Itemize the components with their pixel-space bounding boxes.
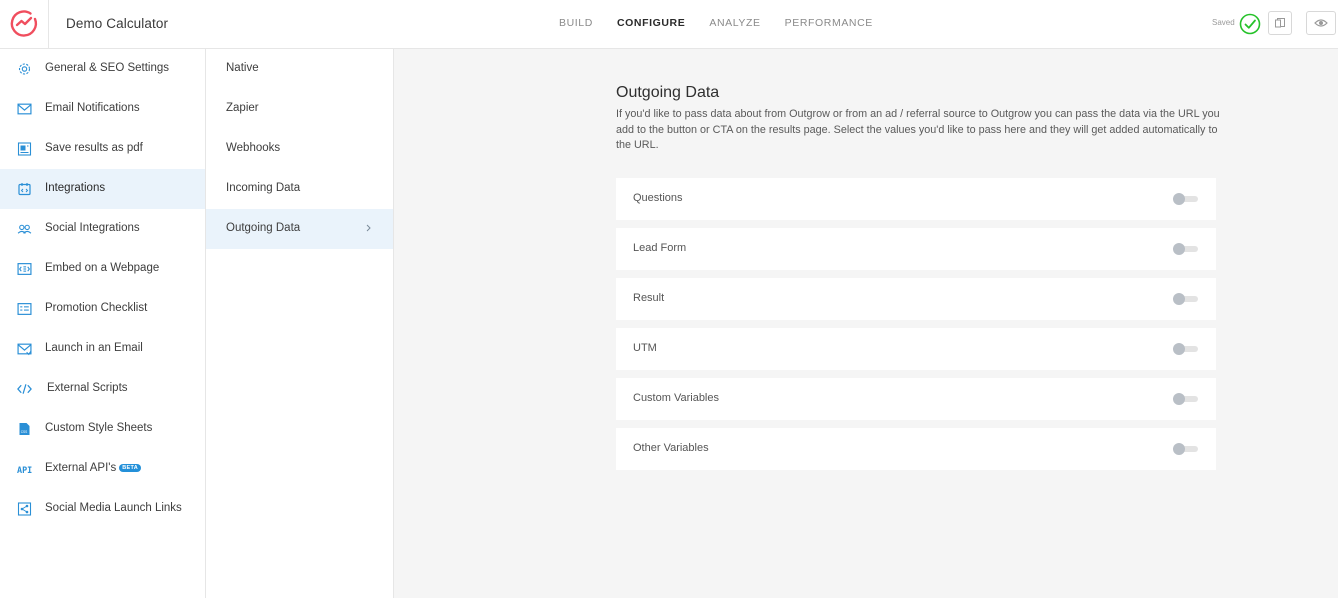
option-label: UTM [633,342,657,354]
sidebar-item-embed-webpage[interactable]: Embed on a Webpage [0,249,205,289]
nav-build[interactable]: BUILD [559,17,593,29]
option-label: Custom Variables [633,392,719,404]
nav-configure[interactable]: CONFIGURE [617,17,685,29]
sidebar-item-label: Social Integrations [45,222,140,234]
sidebar-item-social-media-launch-links[interactable]: Social Media Launch Links [0,489,205,529]
option-label: Questions [633,192,683,204]
top-bar: Demo Calculator BUILD CONFIGURE ANALYZE … [0,0,1338,49]
toggle-knob [1173,393,1185,405]
option-row-result: Result [616,278,1216,320]
settings-sidebar: General & SEO Settings Email Notificatio… [0,49,206,598]
envelope-icon [17,103,32,115]
toggle-knob [1173,293,1185,305]
saved-check-icon [1239,13,1261,35]
checklist-icon [17,303,32,315]
sidebar-item-label: Launch in an Email [45,342,143,354]
people-icon [17,224,32,234]
lead-form-toggle[interactable] [1173,243,1198,255]
code-icon [17,384,32,394]
option-row-lead-form: Lead Form [616,228,1216,270]
duplicate-button[interactable] [1268,11,1292,35]
toggle-knob [1173,243,1185,255]
sidebar-item-label: Custom Style Sheets [45,422,153,434]
option-row-utm: UTM [616,328,1216,370]
submenu-item-native[interactable]: Native [206,49,393,89]
sidebar-item-custom-style-sheets[interactable]: CSS Custom Style Sheets [0,409,205,449]
sidebar-item-email-notifications[interactable]: Email Notifications [0,89,205,129]
main-content: Outgoing Data If you'd like to pass data… [394,49,1338,598]
main-nav: BUILD CONFIGURE ANALYZE PERFORMANCE [559,17,897,29]
copy-icon [1275,18,1285,28]
page-title: Outgoing Data [616,84,720,101]
sidebar-item-launch-email[interactable]: Launch in an Email [0,329,205,369]
sidebar-item-save-pdf[interactable]: Save results as pdf [0,129,205,169]
eye-icon [1314,19,1328,27]
saved-label: Saved [1212,18,1235,27]
custom-variables-toggle[interactable] [1173,393,1198,405]
toggle-knob [1173,343,1185,355]
share-icon [17,502,32,516]
option-label: Result [633,292,665,304]
submenu-item-outgoing-data[interactable]: Outgoing Data [206,209,393,249]
api-icon: API [17,465,32,475]
css-file-icon: CSS [19,423,30,435]
page-description: If you'd like to pass data about from Ou… [616,108,1220,151]
preview-button[interactable] [1306,11,1336,35]
sidebar-item-label: Promotion Checklist [45,302,148,314]
utm-toggle[interactable] [1173,343,1198,355]
logo-divider [48,0,49,48]
submenu-item-label: Native [226,62,259,74]
option-row-questions: Questions [616,178,1216,220]
integrations-submenu: Native Zapier Webhooks Incoming Data Out… [206,49,394,598]
sidebar-item-label: General & SEO Settings [45,62,170,74]
pdf-icon [17,142,32,156]
chevron-right-icon [366,224,371,232]
sidebar-item-social-integrations[interactable]: Social Integrations [0,209,205,249]
sidebar-item-general-seo[interactable]: General & SEO Settings [0,49,205,89]
beta-badge: BETA [119,464,141,472]
result-toggle[interactable] [1173,293,1198,305]
option-label: Other Variables [633,442,709,454]
svg-text:API: API [17,465,32,475]
sidebar-item-promotion-checklist[interactable]: Promotion Checklist [0,289,205,329]
embed-icon [17,263,32,275]
sidebar-item-integrations[interactable]: Integrations [0,169,205,209]
sidebar-item-external-scripts[interactable]: External Scripts [0,369,205,409]
sidebar-item-label: Integrations [45,182,106,194]
svg-text:CSS: CSS [21,430,28,434]
outgrow-logo-icon[interactable] [8,8,40,40]
option-label: Lead Form [633,242,687,254]
submenu-item-incoming-data[interactable]: Incoming Data [206,169,393,209]
submenu-item-label: Incoming Data [226,182,301,194]
sidebar-item-label: External Scripts [47,382,128,394]
sidebar-item-label: External API's BETA [45,462,141,474]
sidebar-item-text: External API's [45,462,117,474]
submenu-item-label: Webhooks [226,142,281,154]
sidebar-item-label: Social Media Launch Links [45,502,182,514]
app-title[interactable]: Demo Calculator [66,16,168,31]
nav-analyze[interactable]: ANALYZE [709,17,760,29]
outgoing-data-options: Questions Lead Form Result UTM Custom Va… [616,178,1216,478]
envelope-icon [17,343,32,356]
integration-icon [18,183,31,196]
sidebar-item-external-apis[interactable]: API External API's BETA [0,449,205,489]
sidebar-item-label: Save results as pdf [45,142,143,154]
submenu-item-webhooks[interactable]: Webhooks [206,129,393,169]
submenu-item-label: Outgoing Data [226,222,301,234]
submenu-item-zapier[interactable]: Zapier [206,89,393,129]
sidebar-item-label: Embed on a Webpage [45,262,160,274]
submenu-item-label: Zapier [226,102,259,114]
option-row-other-variables: Other Variables [616,428,1216,470]
other-variables-toggle[interactable] [1173,443,1198,455]
questions-toggle[interactable] [1173,193,1198,205]
sidebar-item-label: Email Notifications [45,102,140,114]
nav-performance[interactable]: PERFORMANCE [785,17,873,29]
option-row-custom-variables: Custom Variables [616,378,1216,420]
toggle-knob [1173,443,1185,455]
gear-icon [18,63,31,75]
toggle-knob [1173,193,1185,205]
